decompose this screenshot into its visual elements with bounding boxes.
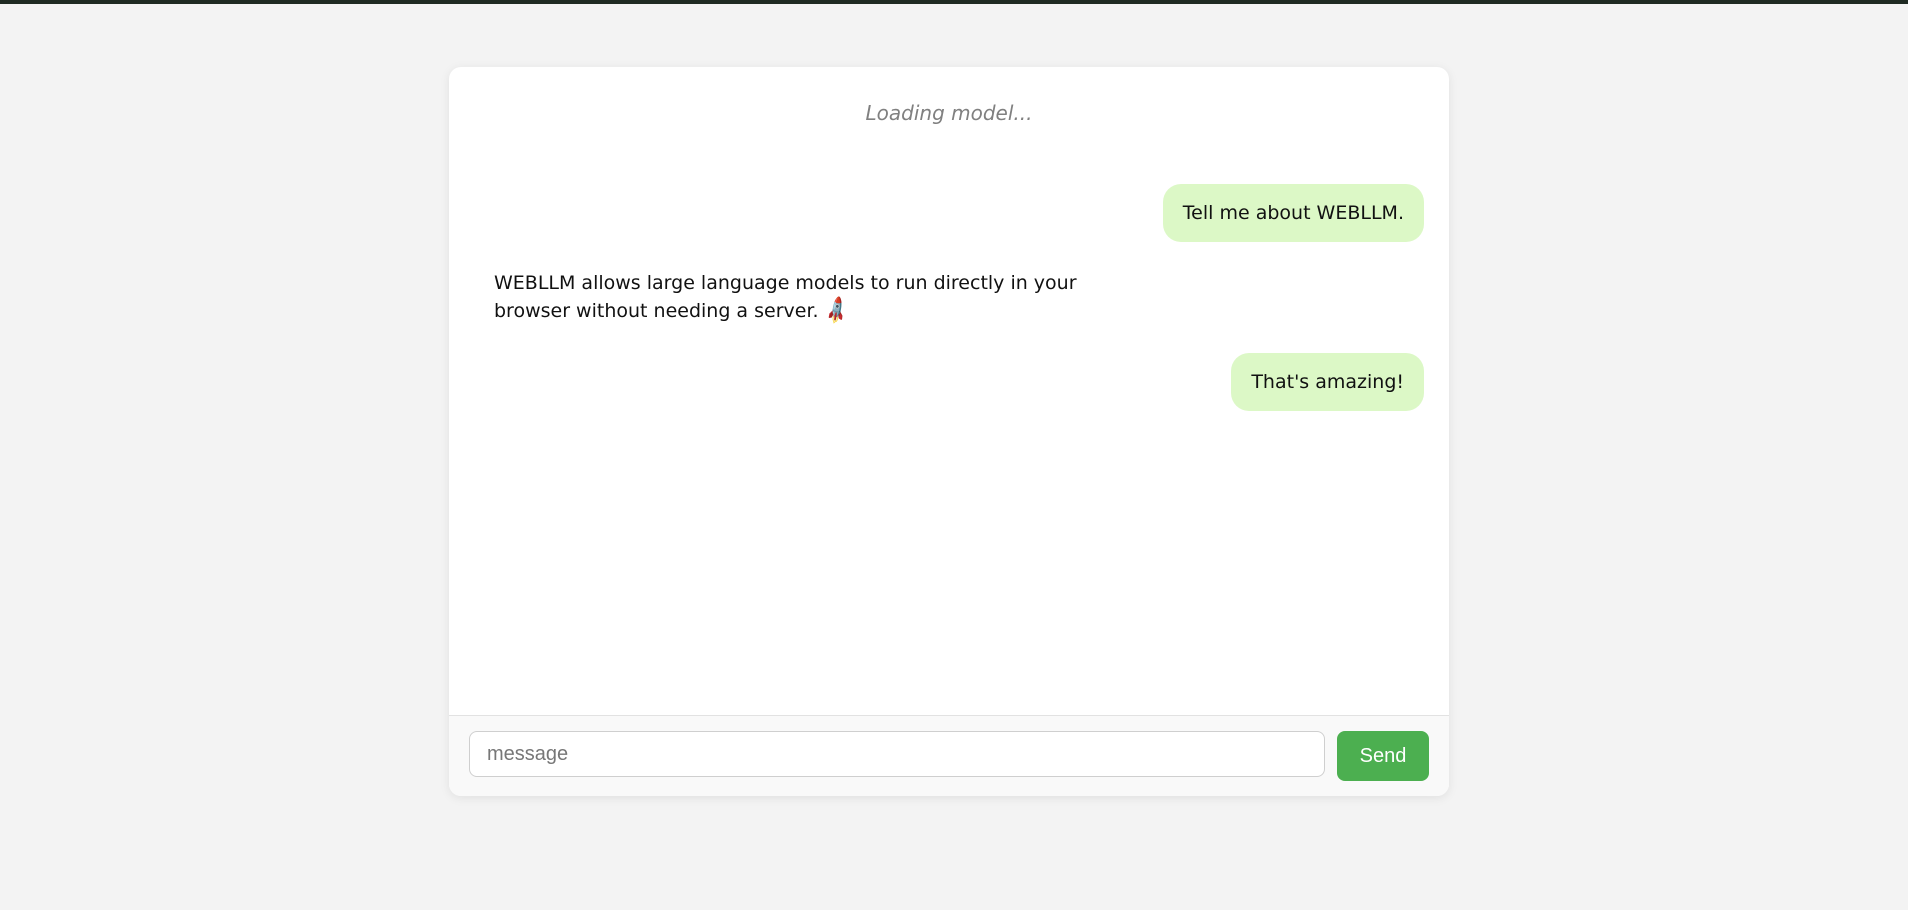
message-list: Loading model... Tell me about WEBLLM. W… [449, 67, 1449, 715]
chat-container: Loading model... Tell me about WEBLLM. W… [449, 67, 1449, 796]
rocket-emoji-icon: 🚀 [820, 295, 853, 327]
top-strip [0, 0, 1908, 4]
user-message: Tell me about WEBLLM. [1162, 184, 1424, 242]
composer-bar: Send [449, 715, 1449, 796]
loading-status: Loading model... [865, 101, 1033, 125]
user-message: That's amazing! [1231, 353, 1424, 411]
send-button[interactable]: Send [1337, 731, 1429, 781]
assistant-message-text: WEBLLM allows large language models to r… [494, 272, 1077, 322]
assistant-message: WEBLLM allows large language models to r… [494, 269, 1134, 327]
message-input[interactable] [469, 731, 1325, 777]
